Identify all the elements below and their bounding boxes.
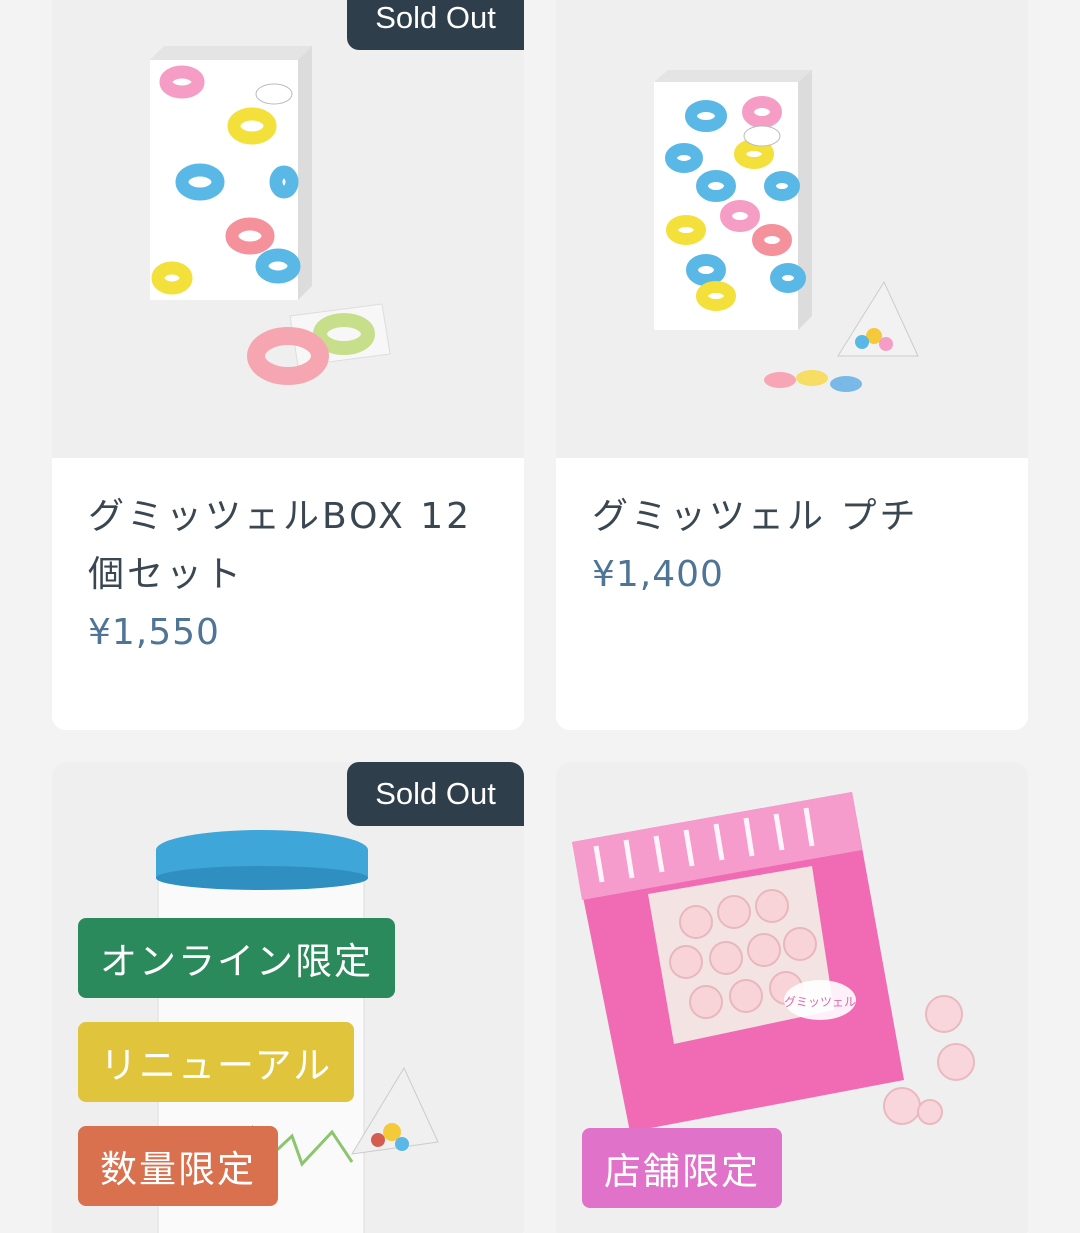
product-price: ¥1,550	[88, 612, 220, 653]
sold-out-badge: Sold Out	[347, 762, 524, 826]
tag-online-limited: オンライン限定	[78, 918, 395, 998]
product-price: ¥1,400	[592, 554, 724, 595]
product-name[interactable]: グミッツェル プチ	[592, 488, 998, 546]
sold-out-badge: Sold Out	[347, 0, 524, 50]
product-card-sakura[interactable]: グミッツェル 店舗限定	[556, 762, 1028, 1233]
product-image-petit[interactable]	[556, 0, 1028, 458]
package-label: グミッツェル	[784, 995, 856, 1009]
product-card-box-12[interactable]: Sold Out グミッツェルBOX 12個セット ¥1,550	[52, 0, 524, 730]
product-image-tin[interactable]: Sold Out オンライン限定 リニューアル 数量限定	[52, 762, 524, 1233]
product-card-tin[interactable]: Sold Out オンライン限定 リニューアル 数量限定	[52, 762, 524, 1233]
tag-quantity-limited: 数量限定	[78, 1126, 278, 1206]
tag-store-limited: 店舗限定	[582, 1128, 782, 1208]
product-image-box-12[interactable]: Sold Out	[52, 0, 524, 458]
tag-renewal: リニューアル	[78, 1022, 355, 1102]
product-card-petit[interactable]: グミッツェル プチ ¥1,400	[556, 0, 1028, 730]
product-name[interactable]: グミッツェルBOX 12個セット	[88, 488, 494, 604]
product-image-sakura[interactable]: グミッツェル 店舗限定	[556, 762, 1028, 1233]
